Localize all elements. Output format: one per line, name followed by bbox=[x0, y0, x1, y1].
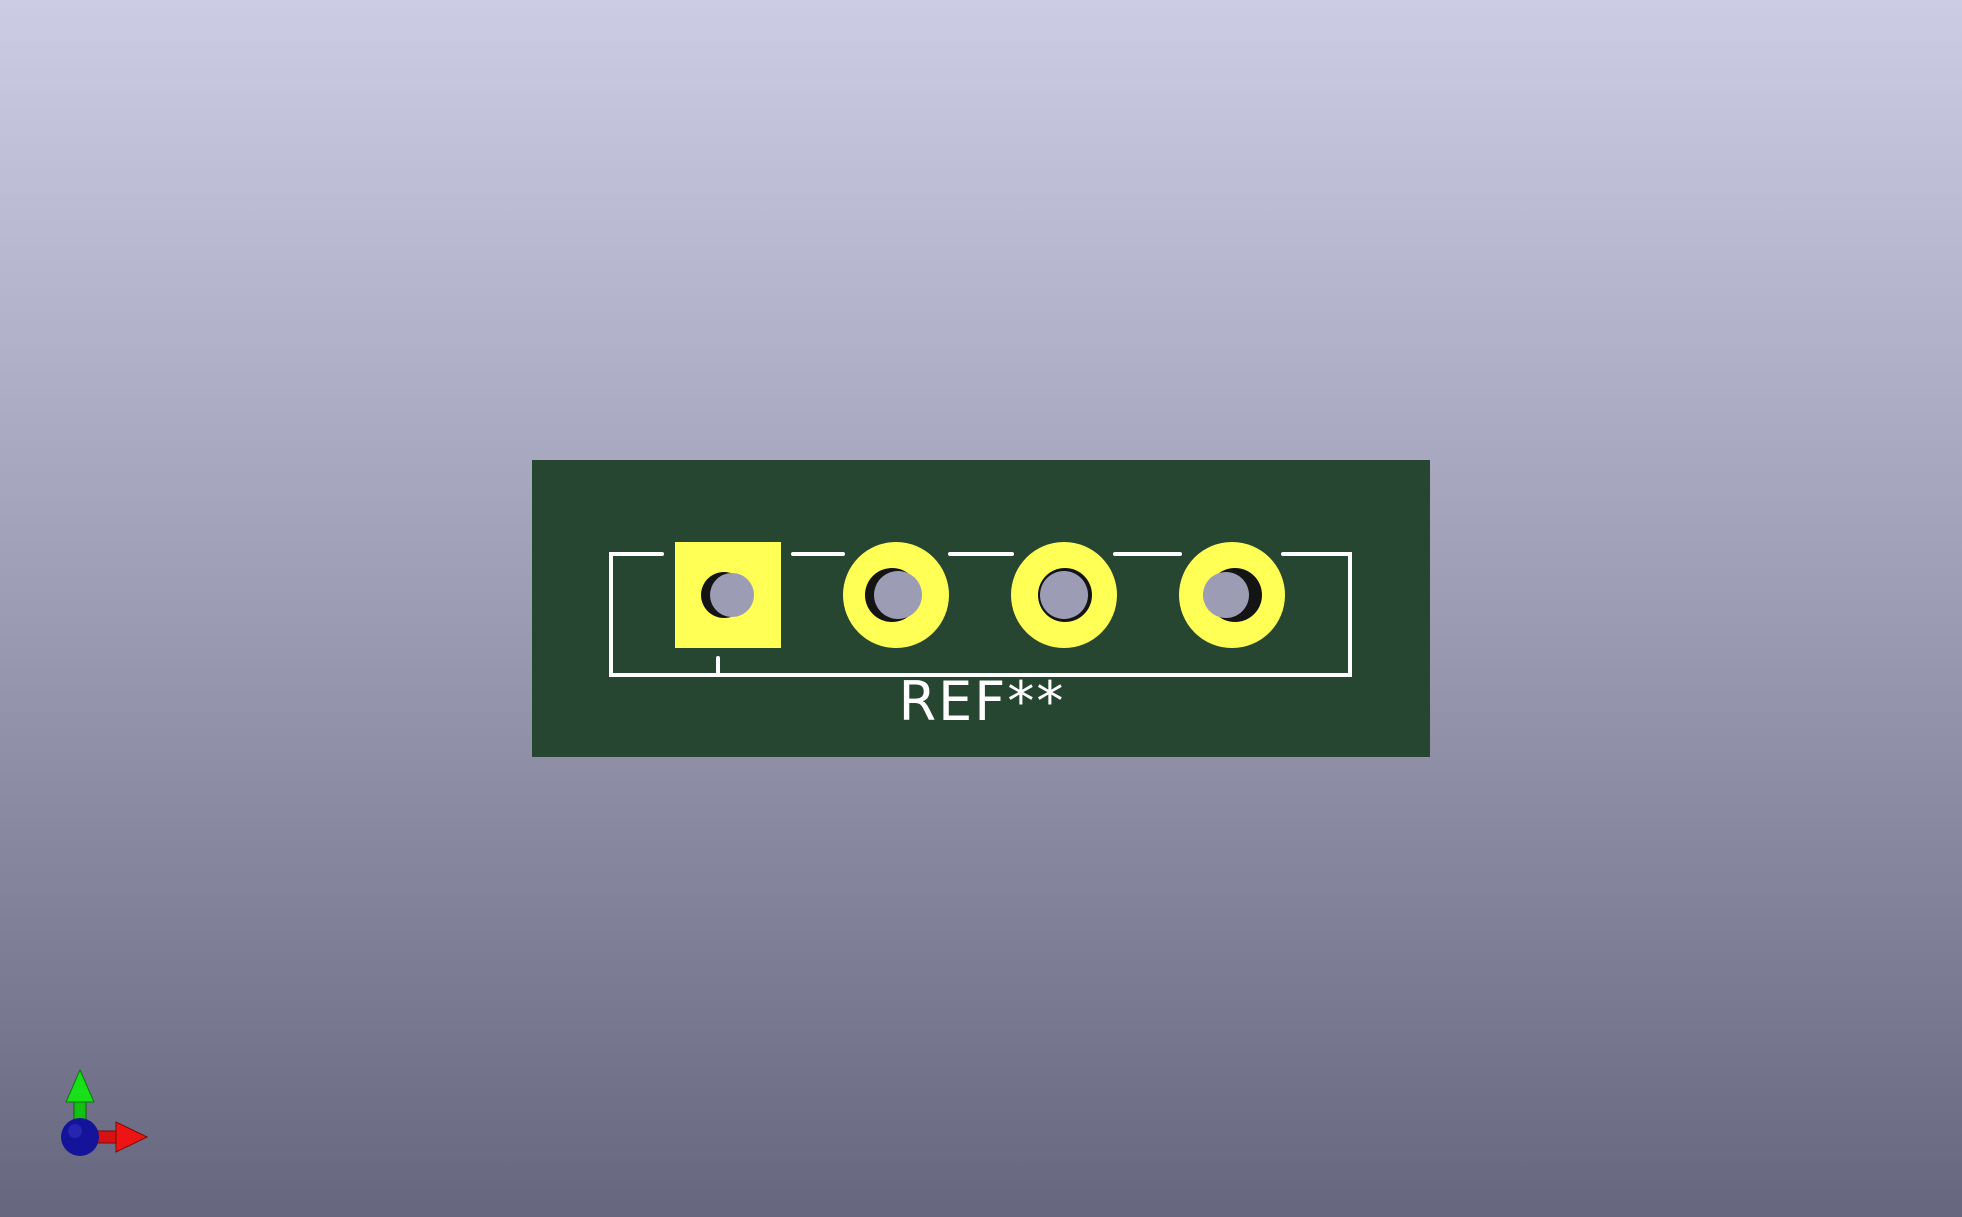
pad-1[interactable] bbox=[675, 542, 781, 648]
3d-viewport[interactable]: REF** bbox=[0, 0, 1962, 1217]
axis-triad bbox=[61, 1068, 149, 1156]
pad-4[interactable] bbox=[1179, 542, 1285, 648]
scene: REF** bbox=[61, 460, 1430, 1156]
pad-2[interactable] bbox=[843, 542, 949, 648]
reference-designator: REF** bbox=[899, 670, 1066, 733]
pad-3[interactable] bbox=[1011, 542, 1117, 648]
z-axis-sphere-icon bbox=[61, 1118, 99, 1156]
